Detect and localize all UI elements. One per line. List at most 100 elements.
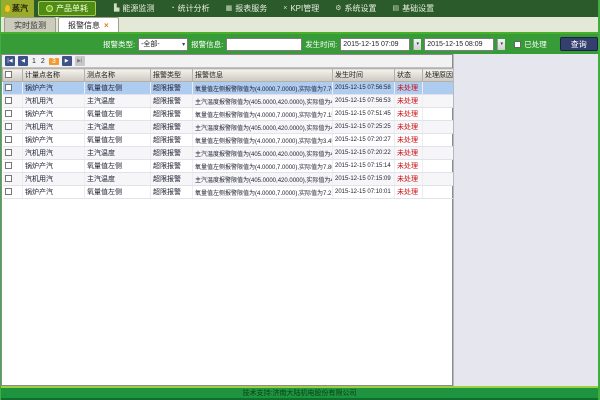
menu-item-report-service[interactable]: ▦报表服务 <box>218 0 276 17</box>
cell-metering-point: 汽机用汽 <box>23 173 85 186</box>
main-area: |◀◀123▶▶| 计量点名称测点名称报警类型报警信息发生时间状态处理原因 锅炉… <box>1 54 598 386</box>
gear-icon: ⚙ <box>335 5 341 12</box>
page-number[interactable]: 2 <box>40 58 46 65</box>
first-page-button[interactable]: |◀ <box>5 56 15 66</box>
cell-alarm-info: 主汽温度报警限值为(405.0000,420.0000),实际值为424.446… <box>193 147 333 160</box>
cell-checkbox <box>3 82 23 95</box>
cell-measure-point: 氧量值左侧 <box>85 82 151 95</box>
cell-measure-point: 氧量值左侧 <box>85 160 151 173</box>
table-row[interactable]: 汽机用汽主汽温度超限报警主汽温度报警限值为(405.0000,420.0000)… <box>3 147 454 160</box>
filter-bar: 报警类型: -全部- ▾ 报警信息: 发生时间: 2015-12-15 07:0… <box>1 34 598 54</box>
alarm-info-label: 报警信息: <box>191 39 223 50</box>
time-from-input[interactable]: 2015-12-15 07:09 <box>340 38 410 51</box>
cell-checkbox <box>3 160 23 173</box>
calendar-dropdown-icon[interactable]: ▾ <box>497 39 505 50</box>
cell-status: 未处理 <box>395 82 423 95</box>
alarm-type-label: 报警类型: <box>103 39 135 50</box>
row-checkbox[interactable] <box>5 84 12 91</box>
tab-label: 实时监测 <box>14 20 46 31</box>
close-icon[interactable]: × <box>104 22 109 30</box>
handled-checkbox[interactable] <box>514 41 521 48</box>
chevron-down-icon: ▾ <box>182 41 185 48</box>
calendar-dropdown-icon[interactable]: ▾ <box>413 39 421 50</box>
row-checkbox[interactable] <box>5 110 12 117</box>
cell-reason <box>423 82 454 95</box>
row-checkbox[interactable] <box>5 149 12 156</box>
pagination: |◀◀123▶▶| <box>2 55 452 68</box>
cell-alarm-info: 氧量值左侧报警限值为(4.0000,7.0000),实际值为3.4521 <box>193 134 333 147</box>
prev-page-button[interactable]: ◀ <box>18 56 28 66</box>
cell-measure-point: 主汽温度 <box>85 121 151 134</box>
tab-alarm-info[interactable]: 报警信息 × <box>58 17 119 32</box>
cell-time: 2015-12-15 07:15:09 <box>333 173 395 186</box>
time-to-input[interactable]: 2015-12-15 08:09 <box>424 38 494 51</box>
cell-status: 未处理 <box>395 147 423 160</box>
query-button[interactable]: 查询 <box>560 37 598 51</box>
table-header: 计量点名称测点名称报警类型报警信息发生时间状态处理原因 <box>3 69 454 82</box>
row-checkbox[interactable] <box>5 175 12 182</box>
cell-metering-point: 汽机用汽 <box>23 147 85 160</box>
cell-metering-point: 锅炉产汽 <box>23 160 85 173</box>
cell-checkbox <box>3 186 23 199</box>
alarm-table-panel: |◀◀123▶▶| 计量点名称测点名称报警类型报警信息发生时间状态处理原因 锅炉… <box>1 54 453 386</box>
menu-item-energy-monitor[interactable]: ▙能源监测 <box>106 0 162 17</box>
cell-reason <box>423 173 454 186</box>
last-page-button[interactable]: ▶| <box>75 56 85 66</box>
product-unit-consumption-button[interactable]: 产品单耗 <box>38 1 96 16</box>
cell-reason <box>423 186 454 199</box>
cell-metering-point: 锅炉产汽 <box>23 134 85 147</box>
alarm-type-select[interactable]: -全部- ▾ <box>138 38 188 51</box>
menu-item-label: 报表服务 <box>235 3 267 14</box>
cell-reason <box>423 134 454 147</box>
table-row[interactable]: 锅炉产汽氧量值左侧超限报警氧量值左侧报警限值为(4.0000,7.0000),实… <box>3 160 454 173</box>
next-page-button[interactable]: ▶ <box>62 56 72 66</box>
cell-alarm-type: 超限报警 <box>151 108 193 121</box>
page-number[interactable]: 1 <box>31 58 37 65</box>
cell-reason <box>423 95 454 108</box>
cell-time: 2015-12-15 07:25:25 <box>333 121 395 134</box>
tab-label: 报警信息 <box>68 20 100 31</box>
table-row[interactable]: 锅炉产汽氧量值左侧超限报警氧量值左侧报警限值为(4.0000,7.0000),实… <box>3 134 454 147</box>
cell-alarm-type: 超限报警 <box>151 121 193 134</box>
time-label: 发生时间: <box>305 39 337 50</box>
menu-item-label: KPI管理 <box>290 3 319 14</box>
menu-item-kpi-manage[interactable]: ×KPI管理 <box>275 0 327 17</box>
cell-alarm-type: 超限报警 <box>151 186 193 199</box>
cell-status: 未处理 <box>395 173 423 186</box>
cell-alarm-info: 氧量值左侧报警限值为(4.0000,7.0000),实际值为7.8054 <box>193 160 333 173</box>
cell-measure-point: 主汽温度 <box>85 95 151 108</box>
cell-status: 未处理 <box>395 186 423 199</box>
footer: 技术支持:济南大陆机电股份有限公司 <box>1 386 598 400</box>
table-row[interactable]: 汽机用汽主汽温度超限报警主汽温度报警限值为(405.0000,420.0000)… <box>3 121 454 134</box>
row-checkbox[interactable] <box>5 97 12 104</box>
product-circle-icon <box>46 5 53 12</box>
menu-item-system-settings[interactable]: ⚙系统设置 <box>327 0 384 17</box>
cell-time: 2015-12-15 07:56:58 <box>333 82 395 95</box>
table-row[interactable]: 锅炉产汽氧量值左侧超限报警氧量值左侧报警限值为(4.0000,7.0000),实… <box>3 82 454 95</box>
steam-flame-icon <box>5 5 10 12</box>
cell-alarm-type: 超限报警 <box>151 82 193 95</box>
menu-item-stat-analysis[interactable]: ◔统计分析 <box>162 0 217 17</box>
row-checkbox[interactable] <box>5 162 12 169</box>
table-row[interactable]: 锅炉产汽氧量值左侧超限报警氧量值左侧报警限值为(4.0000,7.0000),实… <box>3 186 454 199</box>
column-header-4: 发生时间 <box>333 69 395 82</box>
main-menu: ▙能源监测◔统计分析▦报表服务×KPI管理⚙系统设置▤基础设置 <box>106 0 442 17</box>
column-header-3: 报警信息 <box>193 69 333 82</box>
detail-panel <box>453 54 598 386</box>
column-header-0: 计量点名称 <box>23 69 85 82</box>
alarm-info-input[interactable] <box>226 38 302 51</box>
row-checkbox[interactable] <box>5 136 12 143</box>
table-row[interactable]: 锅炉产汽氧量值左侧超限报警氧量值左侧报警限值为(4.0000,7.0000),实… <box>3 108 454 121</box>
cell-reason <box>423 121 454 134</box>
tab-realtime-monitor[interactable]: 实时监测 <box>4 17 56 32</box>
time-from-value: 2015-12-15 07:09 <box>343 41 398 48</box>
row-checkbox[interactable] <box>5 188 12 195</box>
menu-item-basic-settings[interactable]: ▤基础设置 <box>385 0 443 17</box>
menu-item-label: 统计分析 <box>178 3 210 14</box>
select-all-checkbox[interactable] <box>5 71 12 78</box>
table-row[interactable]: 汽机用汽主汽温度超限报警主汽温度报警限值为(405.0000,420.0000)… <box>3 95 454 108</box>
table-row[interactable]: 汽机用汽主汽温度超限报警主汽温度报警限值为(405.0000,420.0000)… <box>3 173 454 186</box>
cell-reason <box>423 108 454 121</box>
row-checkbox[interactable] <box>5 123 12 130</box>
page-number-current[interactable]: 3 <box>49 58 59 65</box>
